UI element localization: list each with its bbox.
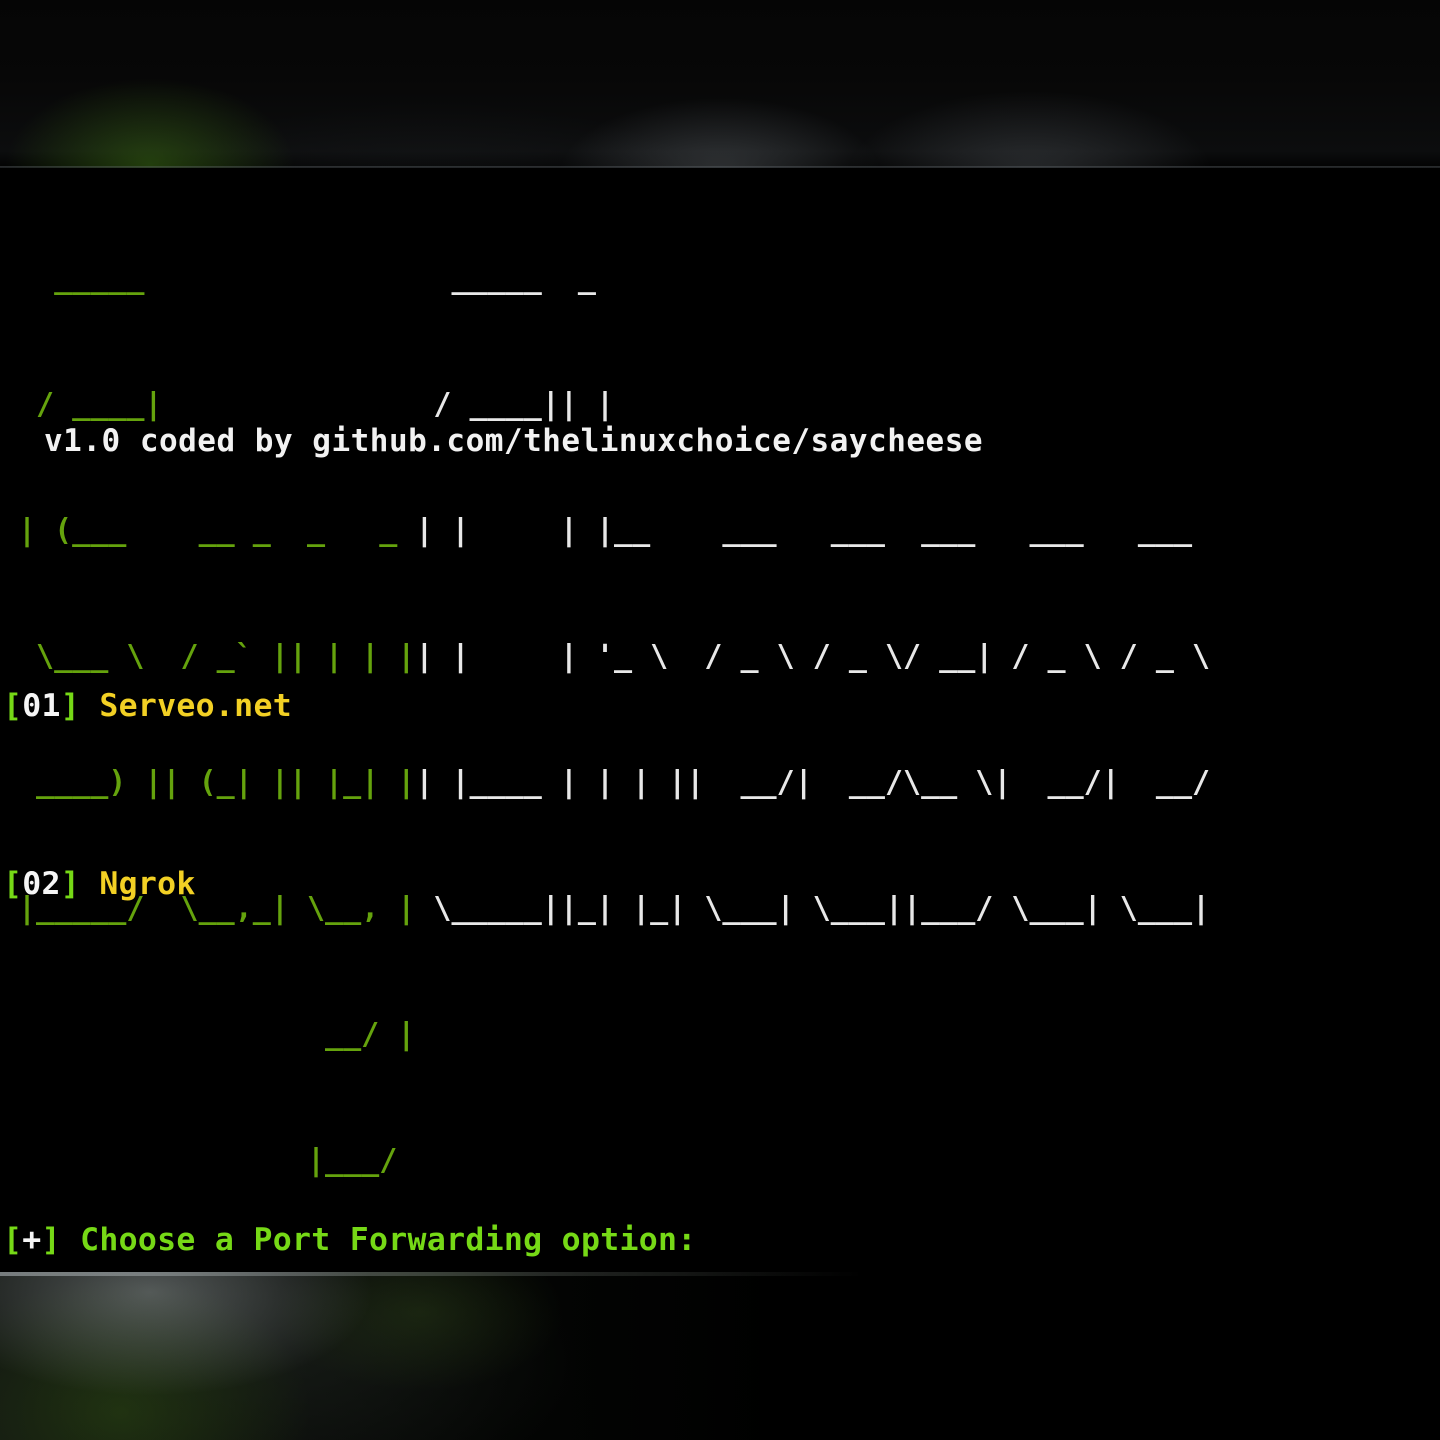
menu-item-label: Ngrok: [99, 865, 196, 902]
prefix-bracket-open: [: [3, 1221, 23, 1258]
version-credit-line: v1.0 coded by github.com/thelinuxchoice/…: [44, 423, 984, 459]
banner-green-row: _____: [18, 261, 416, 296]
plus-icon: +: [22, 1221, 42, 1258]
banner-white-row: | | | |__ ___ ___ ___ ___ ___: [415, 513, 1211, 548]
banner-green-row: | (___ __ _ _ _: [18, 513, 416, 548]
line-choose-port-forwarding: [+] Choose a Port Forwarding option:: [3, 1218, 1433, 1263]
bracket-close: ]: [60, 865, 81, 902]
menu-item-serveo[interactable]: [01] Serveo.net: [3, 684, 1433, 729]
terminal-output-log: [01] Serveo.net [02] Ngrok [+] Choose a …: [3, 550, 1433, 1440]
prefix-bracket-open: [: [3, 1399, 23, 1436]
banner-white-row: _____ _: [415, 261, 1211, 296]
plus-icon: +: [22, 1399, 42, 1436]
menu-index: 02: [22, 865, 61, 902]
terminal-screenshot: _____ _____ _ / ____| / ____|| | | (___ …: [0, 0, 1440, 1440]
prefix-bracket-close: ]: [41, 1399, 61, 1436]
line-text: Choose a Port Forwarding option:: [80, 1221, 697, 1258]
bracket-open: [: [3, 687, 23, 724]
line-choose-subdomain: [+] Choose subdomain? (Default: [Y/n] ):: [3, 1396, 1433, 1440]
menu-index: 01: [22, 687, 61, 724]
banner-white-row: / ____|| |: [415, 387, 1211, 422]
bracket-close: ]: [60, 687, 81, 724]
banner-green-row: / ____|: [18, 387, 416, 422]
menu-item-label: Serveo.net: [99, 687, 292, 724]
terminal-console: _____ _____ _ / ____| / ____|| | | (___ …: [0, 168, 1440, 1436]
line-text-tail: ):: [715, 1399, 774, 1436]
line-text: Choose subdomain? (Default:: [80, 1399, 620, 1436]
menu-item-ngrok[interactable]: [02] Ngrok: [3, 862, 1433, 907]
default-answer-hint: [Y/n]: [619, 1399, 716, 1436]
prefix-bracket-close: ]: [41, 1221, 61, 1258]
blurred-top-background-band: [0, 0, 1440, 172]
bracket-open: [: [3, 865, 23, 902]
